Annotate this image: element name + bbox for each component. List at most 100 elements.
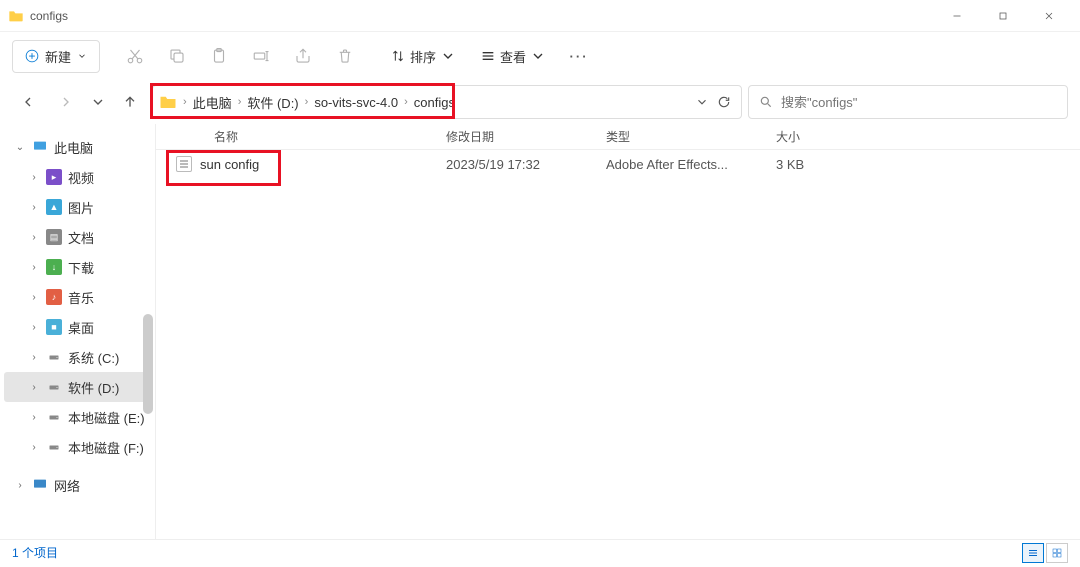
sidebar-item-drive-6[interactable]: › 系统 (C:): [4, 342, 151, 372]
chevron-right-icon[interactable]: ›: [28, 352, 40, 363]
chevron-right-icon[interactable]: ›: [28, 232, 40, 243]
status-count: 1 个项目: [12, 544, 58, 561]
sidebar-item-music-4[interactable]: ›♪音乐: [4, 282, 151, 312]
sidebar-label: 软件 (D:): [68, 378, 119, 397]
sidebar-item-drive-9[interactable]: › 本地磁盘 (F:): [4, 432, 151, 462]
search-box[interactable]: [748, 85, 1068, 119]
drive-icon: [46, 381, 62, 393]
chevron-right-icon[interactable]: ›: [28, 172, 40, 183]
sidebar-label: 本地磁盘 (F:): [68, 438, 144, 457]
sidebar-label: 图片: [68, 198, 94, 217]
list-icon: [480, 48, 496, 64]
up-button[interactable]: [114, 86, 146, 118]
new-button[interactable]: 新建: [12, 40, 100, 73]
breadcrumb-folder1[interactable]: so-vits-svc-4.0: [310, 93, 402, 112]
drive-icon: [46, 441, 62, 453]
close-button[interactable]: [1026, 0, 1072, 32]
chevron-right-icon[interactable]: ›: [28, 322, 40, 333]
file-date: 2023/5/19 17:32: [446, 157, 606, 172]
clip-icon: ▸: [46, 169, 62, 185]
chevron-right-icon[interactable]: ›: [14, 480, 26, 491]
sort-button[interactable]: 排序: [380, 41, 466, 72]
arrow-right-icon: [58, 94, 74, 110]
refresh-icon[interactable]: [717, 95, 731, 109]
sidebar-label: 视频: [68, 168, 94, 187]
share-button[interactable]: [284, 38, 322, 74]
sidebar-item-clip-0[interactable]: › ▸ 视频: [4, 162, 151, 192]
forward-button[interactable]: [50, 86, 82, 118]
file-name: sun config: [200, 157, 259, 172]
details-icon: [1027, 547, 1039, 559]
chevron-right-icon[interactable]: ›: [28, 202, 40, 213]
column-size[interactable]: 大小: [776, 128, 876, 145]
titlebar: configs: [0, 0, 1080, 32]
column-name[interactable]: 名称: [156, 128, 446, 145]
image-icon: ▲: [46, 199, 62, 215]
sidebar-item-image-1[interactable]: › ▲ 图片: [4, 192, 151, 222]
search-input[interactable]: [781, 95, 1057, 110]
drive-icon: [46, 351, 62, 363]
delete-button[interactable]: [326, 38, 364, 74]
plus-icon: [25, 49, 39, 63]
share-icon: [294, 47, 312, 65]
drive-icon: [46, 411, 62, 423]
recent-button[interactable]: [88, 86, 108, 118]
cut-button[interactable]: [116, 38, 154, 74]
chevron-down-icon[interactable]: ⌄: [14, 142, 26, 153]
sidebar-item-network[interactable]: › 网络: [4, 470, 151, 500]
breadcrumb-folder2[interactable]: configs: [410, 93, 459, 112]
chevron-right-icon[interactable]: ›: [28, 442, 40, 453]
rename-button[interactable]: [242, 38, 280, 74]
sidebar-item-desk-5[interactable]: ›■桌面: [4, 312, 151, 342]
column-date[interactable]: 修改日期: [446, 128, 606, 145]
breadcrumb-sep: ›: [236, 96, 244, 108]
breadcrumb-drive[interactable]: 软件 (D:): [243, 91, 302, 114]
column-type[interactable]: 类型: [606, 128, 776, 145]
view-tiles-button[interactable]: [1046, 543, 1068, 563]
sidebar-item-doc-2[interactable]: › ▤ 文档: [4, 222, 151, 252]
maximize-button[interactable]: [980, 0, 1026, 32]
sidebar-item-drive-8[interactable]: ›本地磁盘 (E:): [4, 402, 151, 432]
down-icon: ↓: [46, 259, 62, 275]
rename-icon: [252, 47, 270, 65]
chevron-right-icon[interactable]: ›: [28, 292, 40, 303]
folder-icon: [159, 93, 177, 111]
more-button[interactable]: ···: [560, 38, 598, 74]
paste-button[interactable]: [200, 38, 238, 74]
back-button[interactable]: [12, 86, 44, 118]
address-bar[interactable]: › 此电脑 › 软件 (D:) › so-vits-svc-4.0 › conf…: [152, 85, 742, 119]
toolbar: 新建 排序 查看 ···: [0, 32, 1080, 80]
sidebar-label: 系统 (C:): [68, 348, 119, 367]
sidebar: ⌄ 此电脑 ›▸视频›▲图片›▤文档›↓下载›♪音乐›■桌面›系统 (C:)›软…: [0, 124, 155, 539]
chevron-right-icon[interactable]: ›: [28, 412, 40, 423]
copy-button[interactable]: [158, 38, 196, 74]
scrollbar-thumb[interactable]: [143, 314, 153, 414]
search-icon: [759, 95, 773, 109]
chevron-down-icon[interactable]: [695, 95, 709, 109]
minimize-button[interactable]: [934, 0, 980, 32]
sidebar-label: 文档: [68, 228, 94, 247]
file-size: 3 KB: [776, 157, 876, 172]
sidebar-item-drive-7[interactable]: › 软件 (D:): [4, 372, 151, 402]
nav-row: › 此电脑 › 软件 (D:) › so-vits-svc-4.0 › conf…: [0, 80, 1080, 124]
view-details-button[interactable]: [1022, 543, 1044, 563]
view-button[interactable]: 查看: [470, 41, 556, 72]
chevron-right-icon[interactable]: ›: [28, 262, 40, 273]
file-row[interactable]: sun config 2023/5/19 17:32 Adobe After E…: [156, 150, 1080, 178]
sidebar-item-pc[interactable]: ⌄ 此电脑: [4, 132, 151, 162]
breadcrumb-pc[interactable]: 此电脑: [189, 91, 236, 114]
sidebar-label: 下载: [68, 258, 94, 277]
tiles-icon: [1051, 547, 1063, 559]
doc-icon: ▤: [46, 229, 62, 245]
file-icon: [176, 156, 192, 172]
file-list: 名称 修改日期 类型 大小 sun config 2023/5/19 17:32…: [155, 124, 1080, 539]
chevron-down-icon: [530, 48, 546, 64]
chevron-right-icon[interactable]: ›: [28, 382, 40, 393]
sort-label: 排序: [410, 47, 436, 66]
breadcrumb-sep: ›: [303, 96, 311, 108]
sidebar-item-down-3[interactable]: › ↓ 下载: [4, 252, 151, 282]
cut-icon: [126, 47, 144, 65]
sidebar-label: 桌面: [68, 318, 94, 337]
trash-icon: [336, 47, 354, 65]
folder-icon: [8, 8, 24, 24]
